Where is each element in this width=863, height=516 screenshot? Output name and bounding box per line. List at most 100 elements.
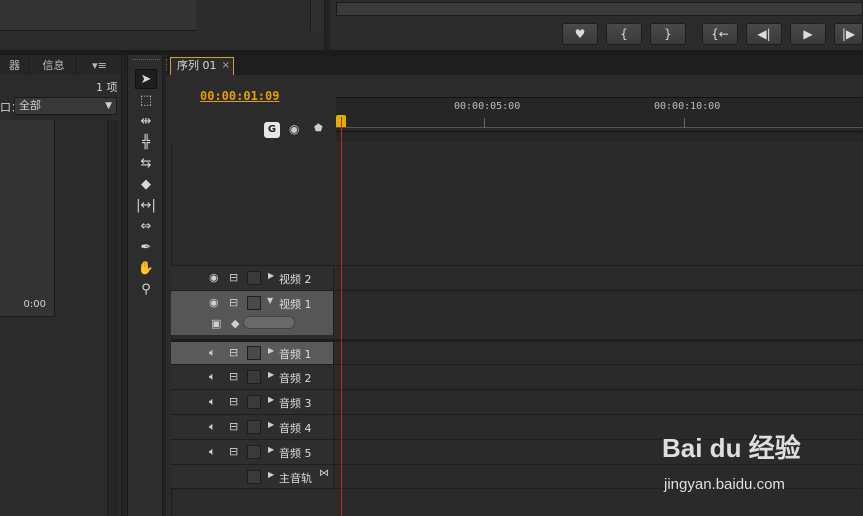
step-forward-button[interactable]: |▶ [834,23,863,45]
mark-out-icon: } [664,27,672,41]
program-scrubber[interactable] [336,2,863,16]
mark-in-button[interactable]: { [606,23,642,45]
expand-triangle-icon[interactable]: ▶ [268,470,274,479]
tab-media-browser[interactable]: 器 [0,55,30,75]
watermark-brand: Bai du 经验 [662,433,801,463]
track-header-audio-3[interactable]: 🔈︎ ⊟ ▶ 音频 3 [171,390,334,414]
project-panel: 器 信息 ▾≡ 1 项 口： 全部 ▼ 0:00 [0,55,122,516]
snap-icon[interactable]: G [264,122,280,138]
sync-lock-icon[interactable]: ⊟ [229,271,238,284]
ripple-edit-tool-icon[interactable]: ⇹ [135,111,157,131]
track-header-audio-2[interactable]: 🔈︎ ⊟ ▶ 音频 2 [171,365,334,389]
track-row-audio-3: 🔈︎ ⊟ ▶ 音频 3 [171,389,863,414]
rate-stretch-tool-icon[interactable]: ⇆ [135,153,157,173]
source-scrollbar[interactable] [310,0,324,31]
go-to-in-button[interactable]: {← [702,23,738,45]
tab-info[interactable]: 信息 [31,55,77,75]
track-lock-toggle[interactable] [247,445,261,459]
sync-lock-icon[interactable]: ⊟ [229,395,238,408]
ruler-divider [336,131,863,132]
keyframe-icon[interactable]: ◆ [231,317,239,330]
speaker-icon[interactable]: 🔈︎ [209,445,216,459]
track-select-tool-icon[interactable]: ⬚ [135,90,157,110]
hand-tool-icon[interactable]: ✋ [135,258,157,278]
expand-triangle-icon[interactable]: ▶ [268,370,274,379]
playhead-line[interactable] [341,117,342,516]
play-icon: ▶ [803,27,813,41]
chevron-down-icon: ▼ [105,101,112,111]
expand-triangle-icon[interactable]: ▶ [268,420,274,429]
zoom-tool-icon[interactable]: ⚲ [135,279,157,299]
panel-menu-icon: ▾≡ [92,58,107,72]
program-monitor: ♥ { } {← ◀| ▶ |▶ [330,0,863,50]
watermark-url: jingyan.baidu.com [664,476,785,493]
expand-triangle-icon[interactable]: ▶ [268,346,274,355]
project-scrollbar[interactable] [107,120,119,516]
mark-in-icon: { [620,27,628,41]
timecode-display[interactable]: 00:00:01:09 [200,89,279,103]
expand-triangle-icon[interactable]: ▶ [268,445,274,454]
track-header-audio-1[interactable]: 🔈︎ ⊟ ▶ 音频 1 [171,342,334,364]
tab-sequence-01[interactable]: 序列 01 × [170,57,234,75]
play-button[interactable]: ▶ [790,23,826,45]
eye-icon[interactable]: ◉ [209,296,219,309]
eye-icon[interactable]: ◉ [209,271,219,284]
mark-out-button[interactable]: } [650,23,686,45]
speaker-icon[interactable]: 🔈︎ [209,346,216,360]
expand-triangle-icon[interactable]: ▶ [268,271,274,280]
expand-triangle-icon[interactable]: ▶ [268,395,274,404]
clip-thumbnail[interactable]: 0:00 [0,120,55,317]
sync-lock-icon[interactable]: ⊟ [229,296,238,309]
pen-tool-icon[interactable]: ✒ [135,237,157,257]
item-count: 1 项 [96,81,118,94]
time-ruler[interactable]: 00:00:05:00 00:00:10:00 [336,97,863,142]
go-to-in-icon: {← [711,27,729,41]
track-lock-toggle[interactable] [247,296,261,310]
selection-tool-icon[interactable]: ➤ [135,69,157,89]
track-lock-toggle[interactable] [247,420,261,434]
rolling-edit-tool-icon[interactable]: ╬ [135,132,157,152]
sync-lock-icon[interactable]: ⊟ [229,346,238,359]
track-header-video-2[interactable]: ◉ ⊟ ▶ 视频 2 [171,266,334,290]
ruler-label-10s: 00:00:10:00 [654,101,721,112]
track-header-video-1[interactable]: ◉ ⊟ ▼ 视频 1 ▣ ◆ [171,291,334,335]
keyframe-navigator[interactable] [243,316,295,329]
track-label: 音频 3 [279,397,312,410]
close-icon[interactable]: × [222,58,230,74]
track-label: 视频 2 [279,273,312,286]
filter-value: 全部 [19,99,41,112]
speaker-icon[interactable]: 🔈︎ [209,420,216,434]
speaker-icon[interactable]: 🔈︎ [209,395,216,409]
sync-lock-icon[interactable]: ⊟ [229,445,238,458]
step-back-button[interactable]: ◀| [746,23,782,45]
slide-tool-icon[interactable]: ⇔ [135,216,157,236]
add-marker-button[interactable]: ♥ [562,23,598,45]
track-header-empty [171,144,334,265]
track-lock-toggle[interactable] [247,346,261,360]
track-lock-toggle[interactable] [247,470,261,484]
track-label: 音频 5 [279,447,312,460]
track-lock-toggle[interactable] [247,395,261,409]
track-header-master[interactable]: ▶ 主音轨 ⋈ [171,465,334,488]
track-label: 音频 2 [279,372,312,385]
track-header-audio-5[interactable]: 🔈︎ ⊟ ▶ 音频 5 [171,440,334,464]
panel-grip [166,59,169,71]
tab-sequence-label: 序列 01 [177,59,217,72]
add-marker-icon[interactable]: ⬟ [314,123,323,134]
razor-tool-icon[interactable]: ◆ [135,174,157,194]
tab-media-browser-label: 器 [9,59,20,72]
slip-tool-icon[interactable]: |↔| [135,195,157,215]
ruler-major-tick [684,118,685,128]
globe-icon[interactable]: ◉ [289,122,299,136]
sync-lock-icon[interactable]: ⊟ [229,420,238,433]
panel-menu-button[interactable]: ▾≡ [78,55,122,75]
track-header-audio-4[interactable]: 🔈︎ ⊟ ▶ 音频 4 [171,415,334,439]
filter-select[interactable]: 全部 ▼ [14,97,117,115]
speaker-icon[interactable]: 🔈︎ [209,370,216,384]
display-style-icon[interactable]: ▣ [211,317,221,330]
track-row-video-1: ◉ ⊟ ▼ 视频 1 ▣ ◆ [171,290,863,335]
sync-lock-icon[interactable]: ⊟ [229,370,238,383]
track-lock-toggle[interactable] [247,271,261,285]
track-lock-toggle[interactable] [247,370,261,384]
collapse-triangle-icon[interactable]: ▼ [267,296,273,305]
